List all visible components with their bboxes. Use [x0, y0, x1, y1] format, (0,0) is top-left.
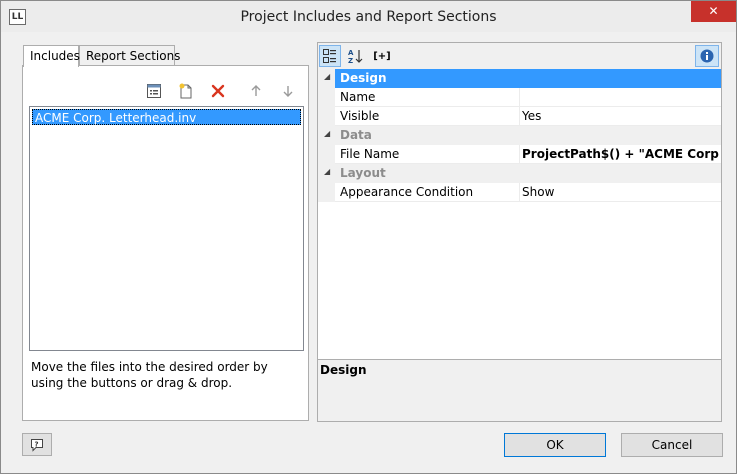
move-up-button[interactable]: [247, 82, 265, 100]
dialog-window: LL Project Includes and Report Sections …: [0, 0, 737, 474]
move-down-icon: [283, 86, 293, 97]
help-button[interactable]: ?: [22, 433, 52, 456]
property-value[interactable]: ProjectPath$() + "ACME Corp...: [522, 147, 719, 161]
svg-text:?: ?: [35, 440, 39, 448]
row-gutter: [318, 88, 335, 107]
info-icon: [700, 49, 714, 63]
ok-button[interactable]: OK: [504, 433, 606, 457]
expand-all-button[interactable]: [+]: [371, 45, 393, 67]
new-file-button[interactable]: [177, 82, 195, 100]
tab-report-sections-label: Report Sections: [86, 49, 181, 63]
property-row-name[interactable]: Name: [318, 88, 721, 107]
property-grid: ◢ Design Name Visible Yes ◢ Data File Na…: [318, 69, 721, 359]
sort-alpha-button[interactable]: A Z: [345, 45, 367, 67]
delete-icon: [211, 84, 225, 98]
property-name: Appearance Condition: [340, 185, 474, 199]
category-label: Design: [340, 71, 387, 85]
new-file-icon: [179, 83, 192, 99]
row-gutter: [318, 107, 335, 126]
hint-text: Move the files into the desired order by…: [31, 360, 268, 390]
row-gutter: [318, 183, 335, 202]
window-title: Project Includes and Report Sections: [240, 9, 497, 25]
property-value[interactable]: Show: [522, 185, 719, 199]
cancel-button[interactable]: Cancel: [621, 433, 723, 457]
property-name: File Name: [340, 147, 400, 161]
properties-icon: [147, 84, 161, 98]
categorized-icon: [323, 49, 336, 63]
list-item[interactable]: ACME Corp. Letterhead.inv: [32, 109, 301, 125]
description-pane: Design: [318, 359, 721, 421]
collapse-triangle-icon[interactable]: ◢: [324, 72, 330, 81]
property-toolbar: A Z [+]: [318, 43, 721, 69]
description-title: Design: [320, 363, 367, 377]
sort-alpha-icon: A Z: [348, 49, 363, 64]
column-separator: [519, 88, 520, 107]
category-label: Data: [340, 128, 372, 142]
tab-includes-label: Includes: [30, 49, 80, 63]
categorized-button[interactable]: [319, 45, 341, 67]
property-row-file-name[interactable]: File Name ProjectPath$() + "ACME Corp...: [318, 145, 721, 164]
column-separator: [519, 107, 520, 126]
collapse-triangle-icon[interactable]: ◢: [324, 167, 330, 176]
property-name: Visible: [340, 109, 380, 123]
category-layout[interactable]: ◢ Layout: [318, 164, 721, 183]
include-file-list[interactable]: ACME Corp. Letterhead.inv: [29, 106, 304, 351]
properties-button[interactable]: [145, 82, 163, 100]
property-value[interactable]: Yes: [522, 109, 719, 123]
includes-panel: ACME Corp. Letterhead.inv Move the files…: [22, 65, 309, 421]
property-panel: A Z [+] ◢ Design Name Visible Yes ◢ Data…: [317, 42, 722, 422]
row-gutter: [318, 145, 335, 164]
help-icon: ?: [31, 438, 43, 452]
tab-includes[interactable]: Includes: [23, 45, 80, 67]
svg-text:A: A: [348, 49, 354, 57]
svg-text:Z: Z: [348, 57, 353, 64]
category-label: Layout: [340, 166, 386, 180]
tab-report-sections[interactable]: Report Sections: [79, 45, 180, 66]
category-design[interactable]: ◢ Design: [318, 69, 721, 88]
property-row-visible[interactable]: Visible Yes: [318, 107, 721, 126]
close-button[interactable]: ✕: [691, 1, 736, 22]
move-down-button[interactable]: [279, 82, 297, 100]
category-selection-highlight: [335, 69, 721, 88]
category-data[interactable]: ◢ Data: [318, 126, 721, 145]
collapse-triangle-icon[interactable]: ◢: [324, 129, 330, 138]
column-separator: [519, 145, 520, 164]
column-separator: [519, 183, 520, 202]
title-bar: LL Project Includes and Report Sections …: [1, 1, 736, 32]
info-button[interactable]: [695, 45, 719, 67]
property-row-appearance-condition[interactable]: Appearance Condition Show: [318, 183, 721, 202]
property-name: Name: [340, 90, 376, 104]
delete-button[interactable]: [209, 82, 227, 100]
move-up-icon: [251, 85, 261, 96]
